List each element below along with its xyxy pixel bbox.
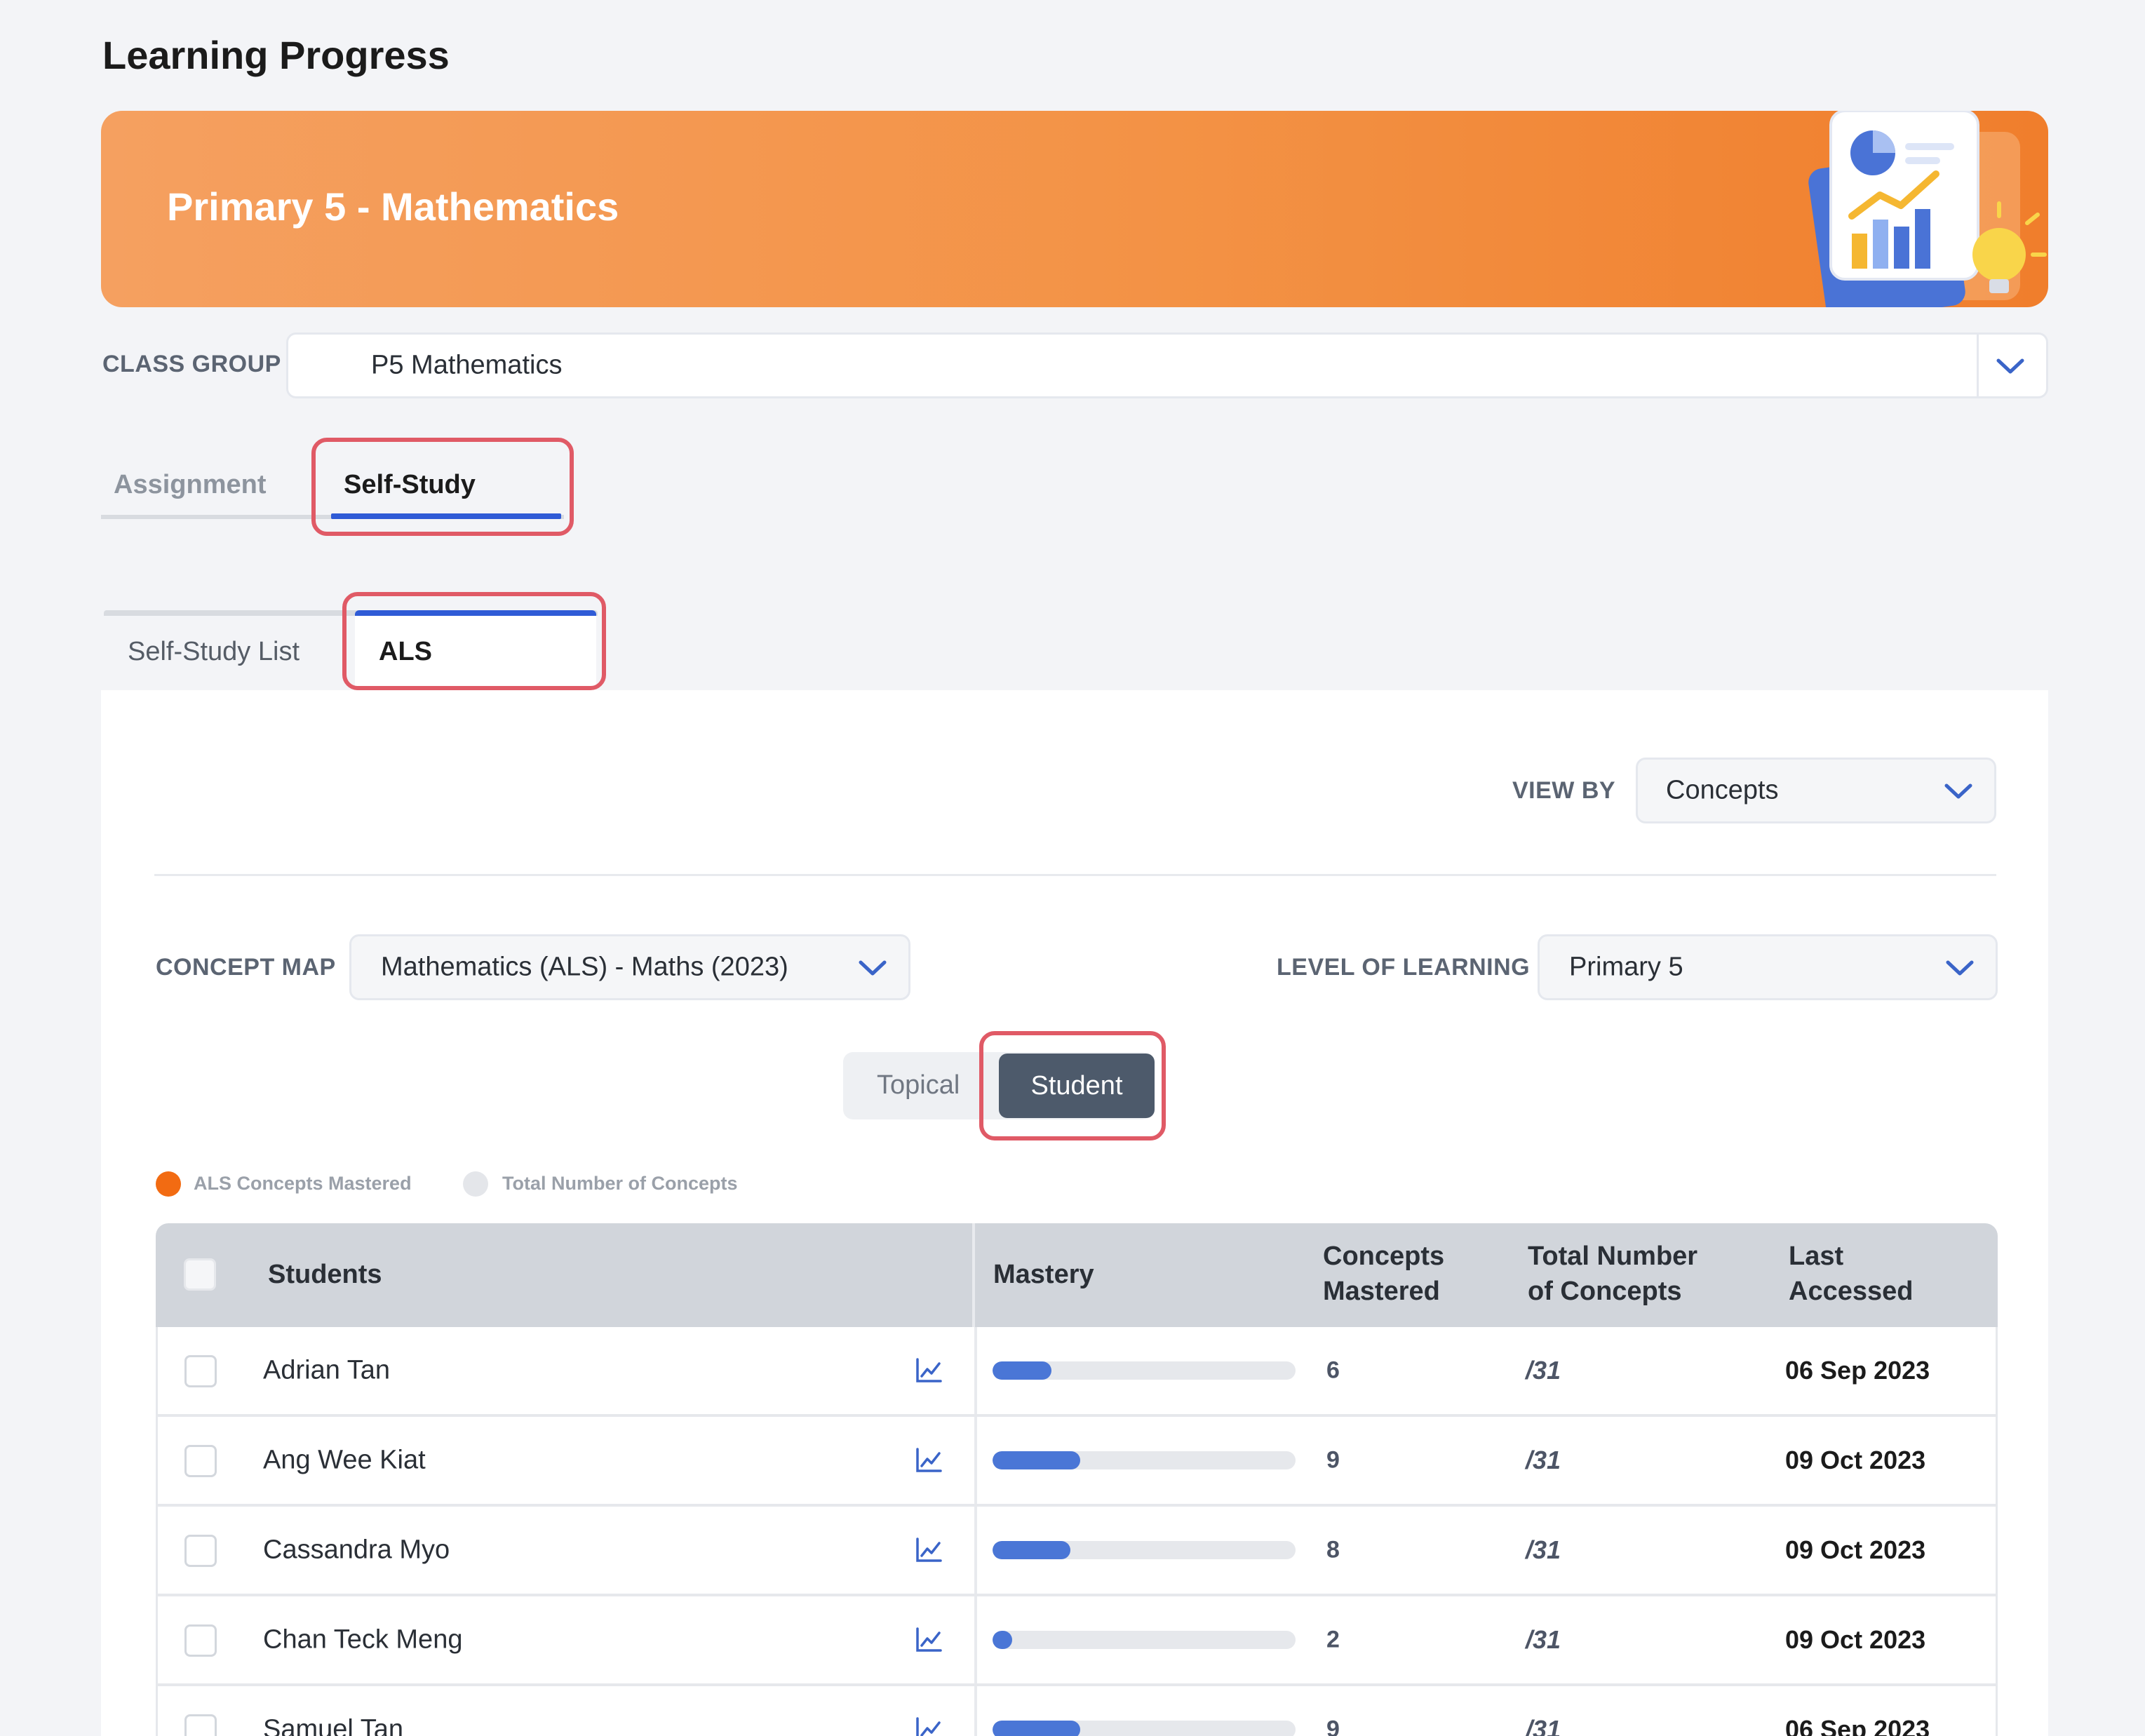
view-by-select[interactable]: Concepts <box>1636 758 1996 823</box>
concept-map-select[interactable]: Mathematics (ALS) - Maths (2023) <box>349 934 910 1000</box>
select-all-checkbox[interactable] <box>184 1258 216 1291</box>
last-accessed: 09 Oct 2023 <box>1785 1446 1926 1474</box>
line-chart-icon[interactable] <box>915 1717 942 1736</box>
mastery-bar <box>993 1361 1296 1380</box>
subject-banner: Primary 5 - Mathematics <box>101 111 2048 307</box>
line-chart-icon[interactable] <box>915 1358 942 1383</box>
mastery-bar <box>993 1721 1296 1736</box>
page-title: Learning Progress <box>102 33 450 77</box>
mastery-bar-fill <box>993 1721 1081 1736</box>
concepts-mastered: 6 <box>1326 1357 1340 1384</box>
level-of-learning-select[interactable]: Primary 5 <box>1538 934 1998 1000</box>
student-name[interactable]: Adrian Tan <box>263 1356 390 1386</box>
line-chart-icon[interactable] <box>915 1627 942 1653</box>
highlight-self-study-tab <box>311 438 574 536</box>
chevron-down-icon <box>1946 960 1974 976</box>
student-name[interactable]: Chan Teck Meng <box>263 1625 462 1655</box>
header-separator <box>972 1223 975 1327</box>
concept-map-label: CONCEPT MAP <box>156 954 336 981</box>
last-accessed: 06 Sep 2023 <box>1785 1356 1930 1385</box>
view-by-value: Concepts <box>1666 775 1779 805</box>
mastery-bar-fill <box>993 1451 1081 1469</box>
row-separator <box>974 1507 977 1594</box>
legend-total-label: Total Number of Concepts <box>502 1173 738 1194</box>
divider <box>154 874 1996 876</box>
chevron-down-icon <box>1944 783 1972 799</box>
highlight-student-toggle <box>979 1031 1166 1140</box>
student-name[interactable]: Samuel Tan <box>263 1715 403 1736</box>
last-accessed: 09 Oct 2023 <box>1785 1535 1926 1564</box>
legend-total-dot <box>463 1171 488 1197</box>
total-concepts: /31 <box>1526 1625 1561 1654</box>
row-checkbox[interactable] <box>184 1714 217 1736</box>
header-last-accessed-line1: Last <box>1789 1242 1844 1271</box>
legend-mastered-dot <box>156 1171 181 1197</box>
class-group-label: CLASS GROUP <box>102 351 281 377</box>
line-chart-icon[interactable] <box>915 1537 942 1563</box>
tab-assignment[interactable]: Assignment <box>114 470 266 500</box>
header-students[interactable]: Students <box>268 1257 382 1292</box>
table-row: Samuel Tan 9/31 06 Sep 2023 <box>156 1686 1998 1736</box>
row-separator <box>974 1417 977 1504</box>
mastery-bar-fill <box>993 1541 1071 1559</box>
mastery-bar-fill <box>993 1631 1013 1649</box>
concept-map-value: Mathematics (ALS) - Maths (2023) <box>381 952 788 982</box>
header-concepts-mastered-line1: Concepts <box>1323 1242 1445 1271</box>
header-concepts-mastered-line2: Mastered <box>1323 1277 1440 1306</box>
header-mastery: Mastery <box>993 1260 1094 1289</box>
concepts-mastered: 9 <box>1326 1446 1340 1474</box>
last-accessed: 09 Oct 2023 <box>1785 1625 1926 1654</box>
line-chart-icon[interactable] <box>915 1448 942 1473</box>
student-name[interactable]: Ang Wee Kiat <box>263 1446 426 1476</box>
table-row: Cassandra Myo 8/31 09 Oct 2023 <box>156 1507 1998 1596</box>
last-accessed: 06 Sep 2023 <box>1785 1715 1930 1736</box>
row-separator <box>974 1327 977 1414</box>
header-last-accessed-line2: Accessed <box>1789 1277 1914 1306</box>
student-name[interactable]: Cassandra Myo <box>263 1535 450 1566</box>
row-checkbox[interactable] <box>184 1445 217 1477</box>
table-row: Adrian Tan 6/31 06 Sep 2023 <box>156 1327 1998 1417</box>
total-concepts: /31 <box>1526 1715 1561 1736</box>
header-total-line2: of Concepts <box>1528 1277 1682 1306</box>
total-concepts: /31 <box>1526 1446 1561 1474</box>
highlight-als-tab <box>342 592 606 690</box>
concepts-mastered: 8 <box>1326 1536 1340 1563</box>
toggle-topical[interactable]: Topical <box>877 1070 960 1101</box>
mastery-bar <box>993 1451 1296 1469</box>
select-divider <box>1977 335 1979 396</box>
class-group-select[interactable]: P5 Mathematics <box>286 332 2048 398</box>
row-checkbox[interactable] <box>184 1355 217 1387</box>
concepts-mastered: 2 <box>1326 1626 1340 1653</box>
concepts-mastered: 9 <box>1326 1716 1340 1736</box>
mastery-bar-fill <box>993 1361 1051 1380</box>
row-separator <box>974 1686 977 1736</box>
chevron-down-icon <box>1996 358 2024 374</box>
row-checkbox[interactable] <box>184 1535 217 1567</box>
view-by-label: VIEW BY <box>1512 777 1616 804</box>
row-checkbox[interactable] <box>184 1624 217 1657</box>
mastery-bar <box>993 1631 1296 1649</box>
row-separator <box>974 1596 977 1683</box>
total-concepts: /31 <box>1526 1356 1561 1385</box>
tab-self-study-list[interactable]: Self-Study List <box>128 637 300 667</box>
students-table: Students Mastery Concepts Mastered Total… <box>156 1223 1998 1736</box>
level-of-learning-value: Primary 5 <box>1569 952 1683 982</box>
legend-mastered-label: ALS Concepts Mastered <box>194 1173 412 1194</box>
level-of-learning-label: LEVEL OF LEARNING <box>1277 954 1531 981</box>
banner-title: Primary 5 - Mathematics <box>167 184 619 229</box>
report-chart-illustration-icon <box>1808 111 2047 307</box>
table-row: Chan Teck Meng 2/31 09 Oct 2023 <box>156 1596 1998 1686</box>
table-row: Ang Wee Kiat 9/31 09 Oct 2023 <box>156 1417 1998 1507</box>
header-total-line1: Total Number <box>1528 1242 1698 1271</box>
total-concepts: /31 <box>1526 1535 1561 1564</box>
chevron-down-icon <box>859 960 887 976</box>
class-group-value: P5 Mathematics <box>371 350 563 380</box>
mastery-bar <box>993 1541 1296 1559</box>
table-header: Students Mastery Concepts Mastered Total… <box>156 1223 1998 1327</box>
